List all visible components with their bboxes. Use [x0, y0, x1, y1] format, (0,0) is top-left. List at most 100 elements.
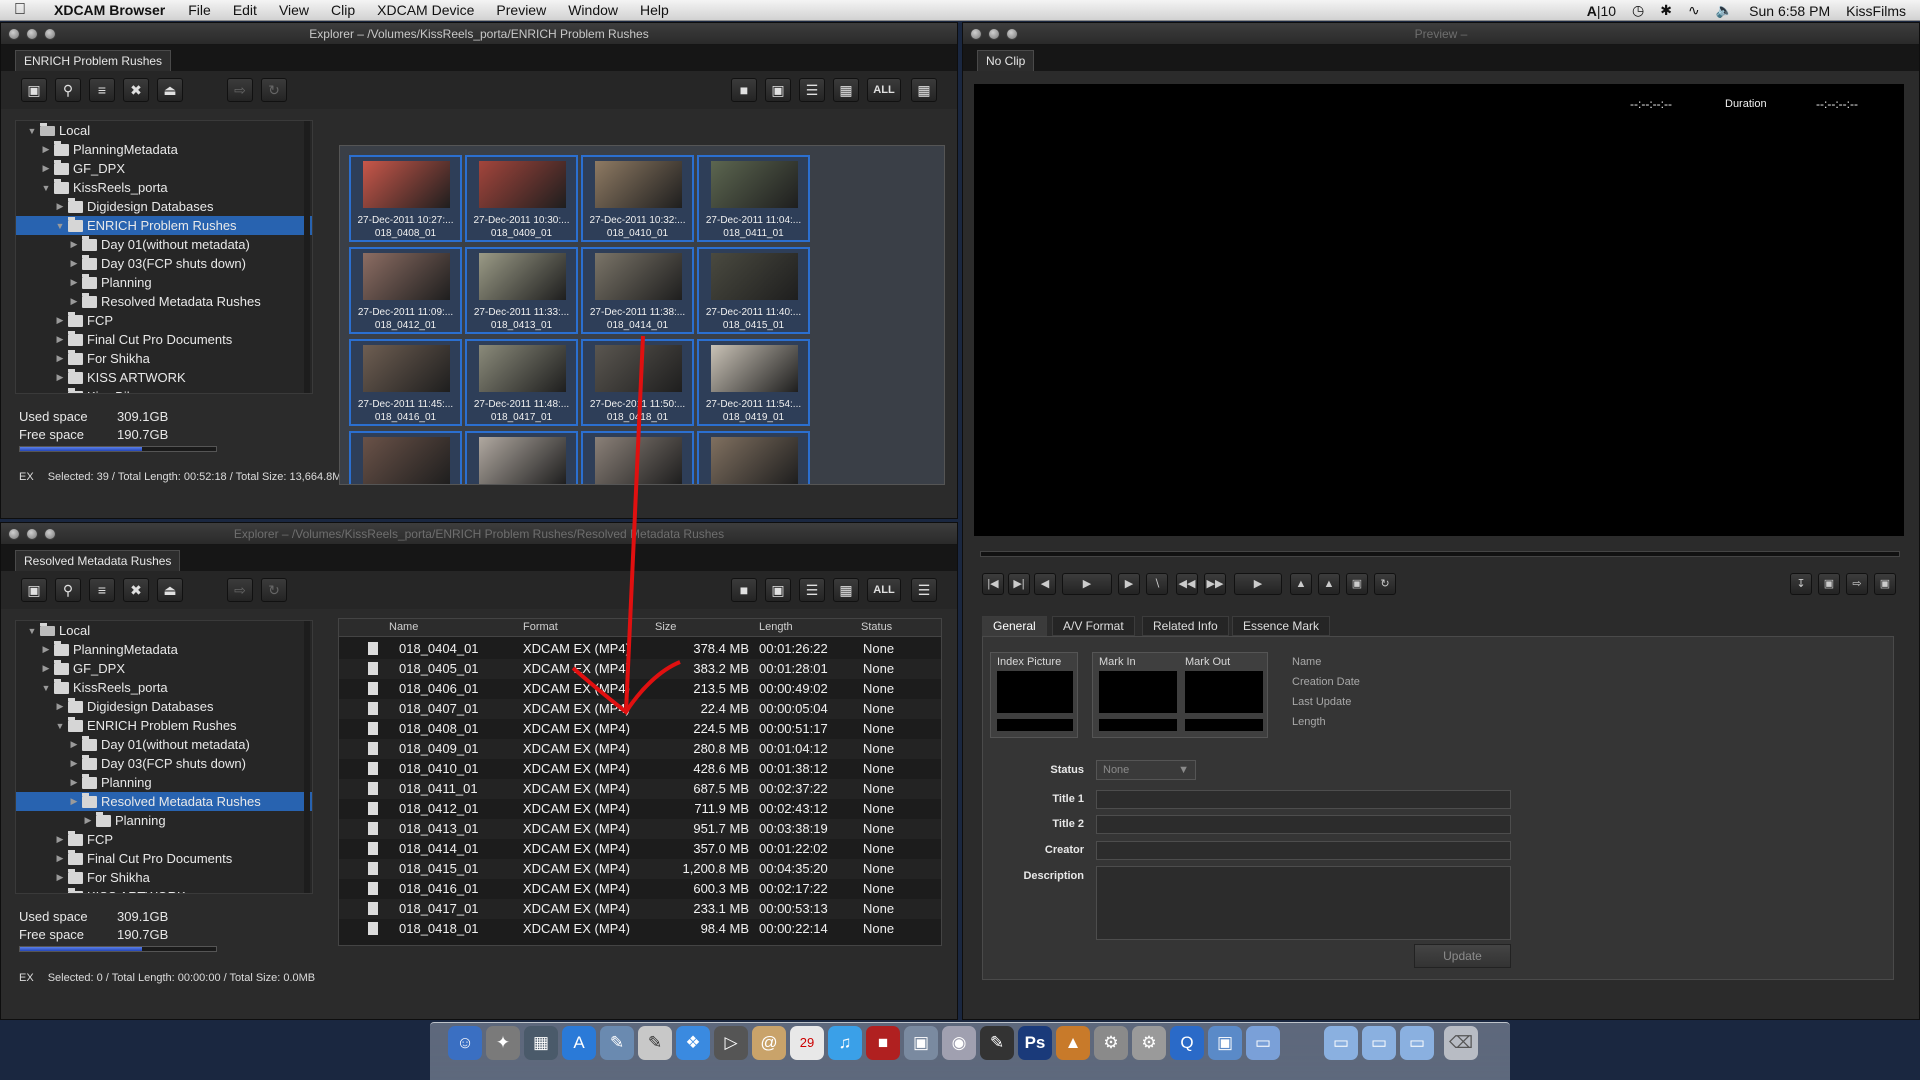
dvd-player-icon[interactable]: ◉ — [942, 1026, 976, 1060]
menu-edit[interactable]: Edit — [222, 2, 268, 18]
menu-window[interactable]: Window — [557, 2, 629, 18]
col-size[interactable]: Size — [655, 621, 676, 633]
disclosure-triangle-icon[interactable]: ▶ — [54, 701, 66, 712]
disclosure-triangle-icon[interactable]: ▶ — [54, 891, 66, 893]
tree-item[interactable]: ▶ Day 01(without metadata) — [16, 235, 312, 254]
disclosure-triangle-icon[interactable]: ▶ — [40, 163, 52, 174]
tree-item[interactable]: ▼ ENRICH Problem Rushes — [16, 716, 312, 735]
disclosure-triangle-icon[interactable]: ▶ — [68, 239, 80, 250]
view-mode-button[interactable]: ▦ — [911, 78, 937, 102]
tab-essence-mark[interactable]: Essence Mark — [1232, 616, 1331, 636]
itunes-icon[interactable]: ♫ — [828, 1026, 862, 1060]
input-menu-icon[interactable]: A|10 — [1587, 3, 1616, 19]
tab-related-info[interactable]: Related Info — [1142, 616, 1229, 636]
tree-item[interactable]: ▼ Local — [16, 621, 312, 640]
disclosure-triangle-icon[interactable]: ▶ — [40, 644, 52, 655]
col-name[interactable]: Name — [389, 621, 418, 633]
filter-all-button[interactable]: ALL — [867, 78, 901, 102]
quicktime-icon[interactable]: Q — [1170, 1026, 1204, 1060]
menu-file[interactable]: File — [177, 2, 222, 18]
clip-thumbnail[interactable]: 27-Dec-2011 10:27:... 018_0408_01 — [349, 155, 462, 242]
clip-thumbnail[interactable]: 27-Dec-2011 11:45:... 018_0416_01 — [349, 339, 462, 426]
update-button[interactable]: Update — [1414, 944, 1511, 968]
tree-item[interactable]: ▼ KissReels_porta — [16, 178, 312, 197]
xdcam-icon[interactable]: ▣ — [1208, 1026, 1242, 1060]
title1-field[interactable] — [1096, 790, 1511, 809]
loop-icon[interactable]: ↻ — [1374, 573, 1396, 595]
tree-item[interactable]: ▶ Day 01(without metadata) — [16, 735, 312, 754]
new-clip-button[interactable]: ▣ — [765, 78, 791, 102]
mission-control-icon[interactable]: ▦ — [524, 1026, 558, 1060]
table-row[interactable]: 018_0411_01 XDCAM EX (MP4) 687.5 MB 00:02:3… — [339, 779, 941, 799]
disclosure-triangle-icon[interactable]: ▶ — [68, 739, 80, 750]
tree-view-button[interactable]: ☰ — [799, 578, 825, 602]
disclosure-triangle-icon[interactable]: ▶ — [68, 277, 80, 288]
clip-thumbnail[interactable] — [349, 431, 462, 484]
send-icon[interactable]: ⇨ — [1846, 573, 1868, 595]
clip-thumbnail[interactable]: 27-Dec-2011 11:50:... 018_0418_01 — [581, 339, 694, 426]
disclosure-triangle-icon[interactable]: ▶ — [68, 777, 80, 788]
frames-button[interactable]: ■ — [731, 78, 757, 102]
apple-icon[interactable]:  — [0, 1, 40, 19]
table-row[interactable]: 018_0409_01 XDCAM EX (MP4) 280.8 MB 00:01:0… — [339, 739, 941, 759]
tree-item[interactable]: ▶ Final Cut Pro Documents — [16, 849, 312, 868]
refresh-button[interactable]: ↻ — [261, 78, 287, 102]
filter-all-button[interactable]: ALL — [867, 578, 901, 602]
go-to-end-icon[interactable]: ▶| — [1008, 573, 1030, 595]
status-select[interactable]: None ▼ — [1096, 760, 1196, 780]
col-status[interactable]: Status — [861, 621, 892, 633]
disclosure-triangle-icon[interactable]: ▼ — [26, 626, 38, 636]
disclosure-triangle-icon[interactable]: ▼ — [40, 683, 52, 693]
table-row[interactable]: 018_0418_01 XDCAM EX (MP4) 98.4 MB 00:00:22… — [339, 919, 941, 939]
downloads-folder-icon[interactable]: ▭ — [1400, 1026, 1434, 1060]
table-row[interactable]: 018_0406_01 XDCAM EX (MP4) 213.5 MB 00:00:4… — [339, 679, 941, 699]
table-row[interactable]: 018_0408_01 XDCAM EX (MP4) 224.5 MB 00:00:5… — [339, 719, 941, 739]
tab-enrich[interactable]: ENRICH Problem Rushes — [15, 50, 172, 71]
disclosure-triangle-icon[interactable]: ▶ — [82, 815, 94, 826]
tree-item[interactable]: ▶ Final Cut Pro Documents — [16, 330, 312, 349]
disclosure-triangle-icon[interactable]: ▼ — [54, 221, 66, 231]
wifi-icon[interactable]: ∿ — [1688, 2, 1700, 19]
disclosure-triangle-icon[interactable]: ▶ — [40, 663, 52, 674]
calendar-icon[interactable]: 29 — [790, 1026, 824, 1060]
snapshot-icon[interactable]: ▣ — [1874, 573, 1896, 595]
disclosure-triangle-icon[interactable]: ▶ — [54, 834, 66, 845]
clip-thumbnail[interactable]: 27-Dec-2011 11:38:... 018_0414_01 — [581, 247, 694, 334]
tree-scrollbar[interactable] — [304, 621, 310, 893]
tree-item[interactable]: ▶ Planning — [16, 773, 312, 792]
tree-view-button[interactable]: ☰ — [799, 78, 825, 102]
disclosure-triangle-icon[interactable]: ▶ — [68, 758, 80, 769]
tree-item[interactable]: ▶ Kiss Bikes — [16, 387, 312, 393]
tree-item[interactable]: ▶ Resolved Metadata Rushes — [16, 292, 312, 311]
tree-item[interactable]: ▶ KISS ARTWORK — [16, 368, 312, 387]
clip-thumbnail[interactable]: 27-Dec-2011 11:54:... 018_0419_01 — [697, 339, 810, 426]
tree-scrollbar[interactable] — [304, 121, 310, 393]
tree-item[interactable]: ▶ PlanningMetadata — [16, 640, 312, 659]
fast-forward-icon[interactable]: ▶▶ — [1204, 573, 1226, 595]
menu-xdcam-device[interactable]: XDCAM Device — [366, 2, 485, 18]
disclosure-triangle-icon[interactable]: ▶ — [54, 334, 66, 345]
app-store-icon[interactable]: A — [562, 1026, 596, 1060]
facetime-icon[interactable]: ▷ — [714, 1026, 748, 1060]
image-icon[interactable]: ▲ — [1056, 1026, 1090, 1060]
volume-icon[interactable]: 🔈 — [1716, 2, 1733, 19]
tree-item[interactable]: ▼ ENRICH Problem Rushes — [16, 216, 312, 235]
disclosure-triangle-icon[interactable]: ▼ — [40, 183, 52, 193]
tab-general[interactable]: General — [982, 616, 1047, 636]
tree-item[interactable]: ▶ KISS ARTWORK — [16, 887, 312, 893]
photoshop-icon[interactable]: Ps — [1018, 1026, 1052, 1060]
photo-booth-icon[interactable]: ■ — [866, 1026, 900, 1060]
table-row[interactable]: 018_0416_01 XDCAM EX (MP4) 600.3 MB 00:02:1… — [339, 879, 941, 899]
app-menu[interactable]: XDCAM Browser — [40, 2, 177, 18]
table-row[interactable]: 018_0410_01 XDCAM EX (MP4) 428.6 MB 00:01:3… — [339, 759, 941, 779]
disclosure-triangle-icon[interactable]: ▶ — [54, 201, 66, 212]
menu-preview[interactable]: Preview — [485, 2, 557, 18]
tree-item[interactable]: ▶ FCP — [16, 311, 312, 330]
search-button[interactable]: ⚲ — [55, 578, 81, 602]
safari-icon[interactable]: ❖ — [676, 1026, 710, 1060]
table-row[interactable]: 018_0417_01 XDCAM EX (MP4) 233.1 MB 00:00:5… — [339, 899, 941, 919]
next-frame-icon[interactable]: ▶ — [1118, 573, 1140, 595]
clip-thumbnail[interactable] — [581, 431, 694, 484]
trash-button[interactable]: ✖ — [123, 78, 149, 102]
disclosure-triangle-icon[interactable]: ▶ — [68, 296, 80, 307]
